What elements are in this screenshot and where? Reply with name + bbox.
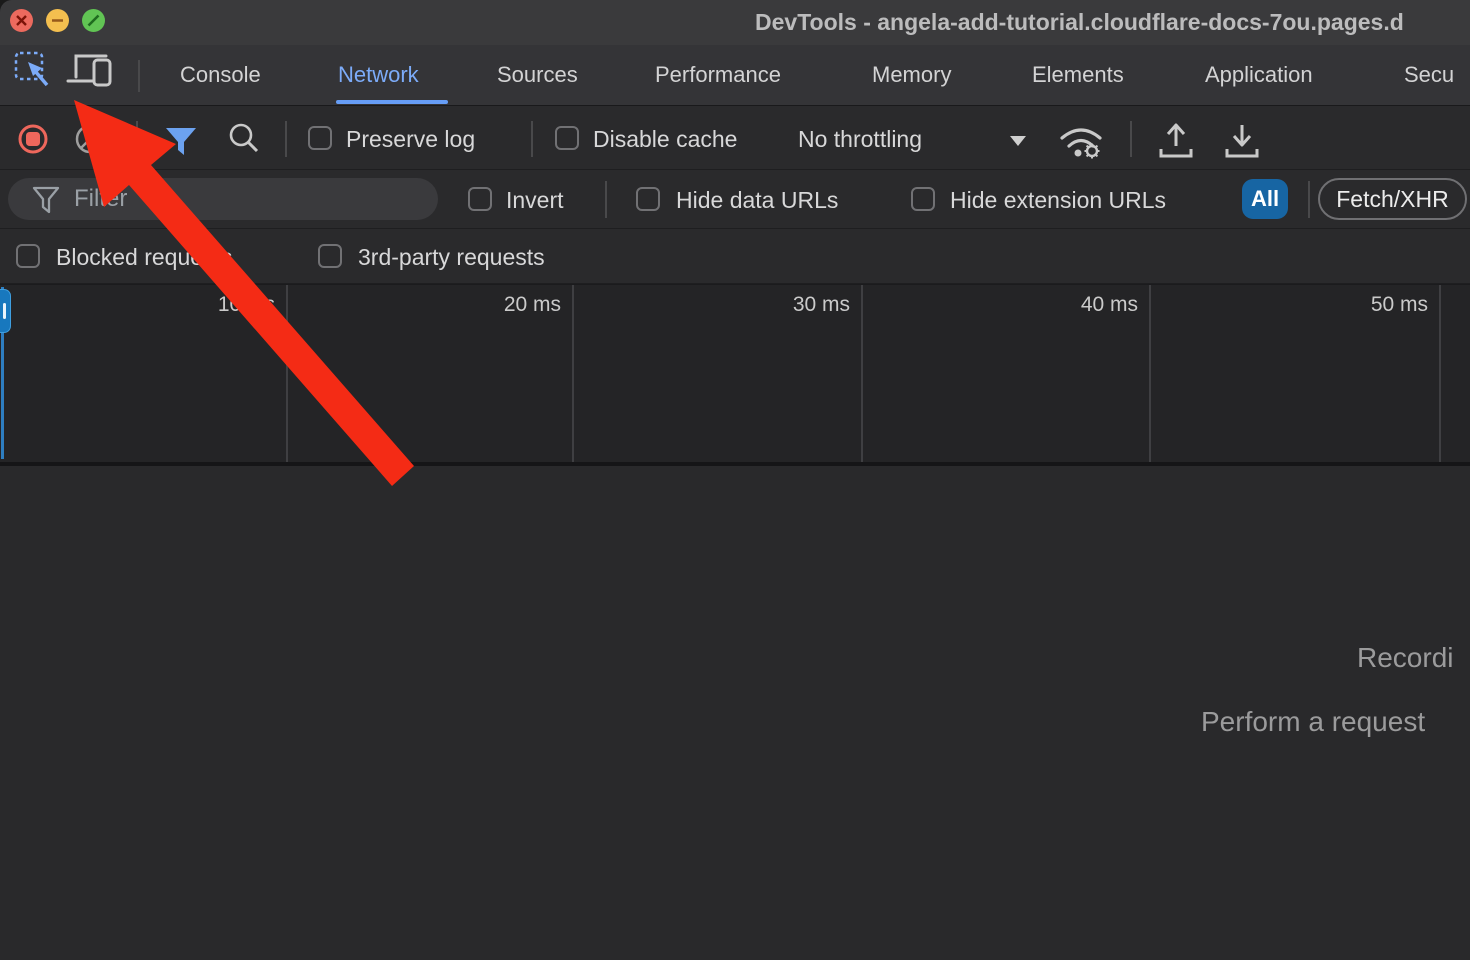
timeline-gridline <box>1439 285 1441 463</box>
devtools-window: DevTools - angela-add-tutorial.cloudflar… <box>0 0 1470 960</box>
chevron-down-icon <box>1008 134 1028 148</box>
minimize-window-button[interactable] <box>46 9 69 32</box>
tab-elements[interactable]: Elements <box>1032 45 1124 105</box>
tab-application[interactable]: Application <box>1205 45 1313 105</box>
tabbar-separator <box>138 60 140 92</box>
toolbar-separator <box>1130 121 1132 157</box>
network-overview-timeline[interactable]: 10 ms 20 ms 30 ms 40 ms 50 ms <box>0 284 1470 466</box>
filter-input[interactable] <box>72 182 422 216</box>
filter-funnel-icon <box>30 185 64 215</box>
disable-cache-label: Disable cache <box>593 125 737 153</box>
timeline-gridline <box>286 285 288 463</box>
preserve-log-checkbox[interactable] <box>308 126 332 150</box>
tab-memory[interactable]: Memory <box>872 45 951 105</box>
record-network-log-icon[interactable] <box>14 120 52 158</box>
fullscreen-window-button[interactable] <box>82 9 105 32</box>
hide-extension-urls-checkbox[interactable] <box>911 187 935 211</box>
tab-performance[interactable]: Performance <box>655 45 781 105</box>
disable-cache-checkbox[interactable] <box>555 126 579 150</box>
tab-security[interactable]: Secu <box>1404 45 1454 105</box>
clear-network-log-icon[interactable] <box>71 120 109 158</box>
recording-status-text: Recordi <box>1357 642 1453 674</box>
devtools-tab-bar: Console Network Sources Performance Memo… <box>0 45 1470 106</box>
hide-data-urls-checkbox[interactable] <box>636 187 660 211</box>
toolbar-separator <box>285 121 287 157</box>
perform-request-hint-text: Perform a request <box>1201 706 1425 738</box>
invert-checkbox[interactable] <box>468 187 492 211</box>
export-har-icon[interactable] <box>1222 118 1264 162</box>
timeline-tick-30ms: 30 ms <box>740 293 850 317</box>
minimize-icon <box>46 9 69 32</box>
window-title: DevTools - angela-add-tutorial.cloudflar… <box>755 0 1470 45</box>
inspect-element-icon[interactable] <box>12 49 56 89</box>
timeline-tick-40ms: 40 ms <box>1028 293 1138 317</box>
close-window-button[interactable] <box>10 9 33 32</box>
timeline-tick-20ms: 20 ms <box>451 293 561 317</box>
timeline-gridline <box>861 285 863 463</box>
hide-extension-urls-label: Hide extension URLs <box>950 186 1166 214</box>
blocked-requests-checkbox[interactable] <box>16 244 40 268</box>
third-party-requests-checkbox[interactable] <box>318 244 342 268</box>
device-toolbar-icon[interactable] <box>66 49 116 91</box>
active-tab-underline <box>336 100 448 104</box>
preserve-log-label: Preserve log <box>346 125 475 153</box>
timeline-tick-10ms: 10 ms <box>165 293 275 317</box>
network-filter-row-2: Blocked requests 3rd-party requests <box>0 229 1470 284</box>
tab-sources[interactable]: Sources <box>497 45 578 105</box>
import-har-icon[interactable] <box>1156 118 1198 162</box>
timeline-gridline <box>572 285 574 463</box>
overview-left-grip[interactable] <box>0 289 11 333</box>
timeline-tick-50ms: 50 ms <box>1318 293 1428 317</box>
grip-handle-bar <box>3 303 6 319</box>
toolbar-separator <box>136 121 138 157</box>
network-conditions-icon[interactable] <box>1058 120 1106 162</box>
close-icon <box>10 9 33 32</box>
tab-network[interactable]: Network <box>338 45 419 105</box>
hide-data-urls-label: Hide data URLs <box>676 186 838 214</box>
filter-separator <box>605 181 607 218</box>
network-toolbar: Preserve log Disable cache No throttling <box>0 106 1470 170</box>
network-filter-row: Invert Hide data URLs Hide extension URL… <box>0 170 1470 229</box>
request-type-fetch-xhr-button[interactable]: Fetch/XHR <box>1318 178 1467 220</box>
invert-label: Invert <box>506 186 564 214</box>
throttling-value: No throttling <box>798 125 922 153</box>
title-bar: DevTools - angela-add-tutorial.cloudflar… <box>0 0 1470 45</box>
tab-console[interactable]: Console <box>180 45 261 105</box>
filter-separator <box>1308 181 1310 218</box>
fullscreen-icon <box>82 9 105 32</box>
requests-panel-empty: Recordi Perform a request <box>0 466 1470 960</box>
filter-toggle-icon[interactable] <box>163 122 199 158</box>
third-party-requests-label: 3rd-party requests <box>358 243 545 271</box>
toolbar-separator <box>531 121 533 157</box>
filter-input-pill[interactable] <box>8 178 438 220</box>
blocked-requests-label: Blocked requests <box>56 243 232 271</box>
timeline-gridline <box>1149 285 1151 463</box>
request-type-all-button[interactable]: All <box>1242 179 1288 219</box>
search-icon[interactable] <box>225 120 263 158</box>
